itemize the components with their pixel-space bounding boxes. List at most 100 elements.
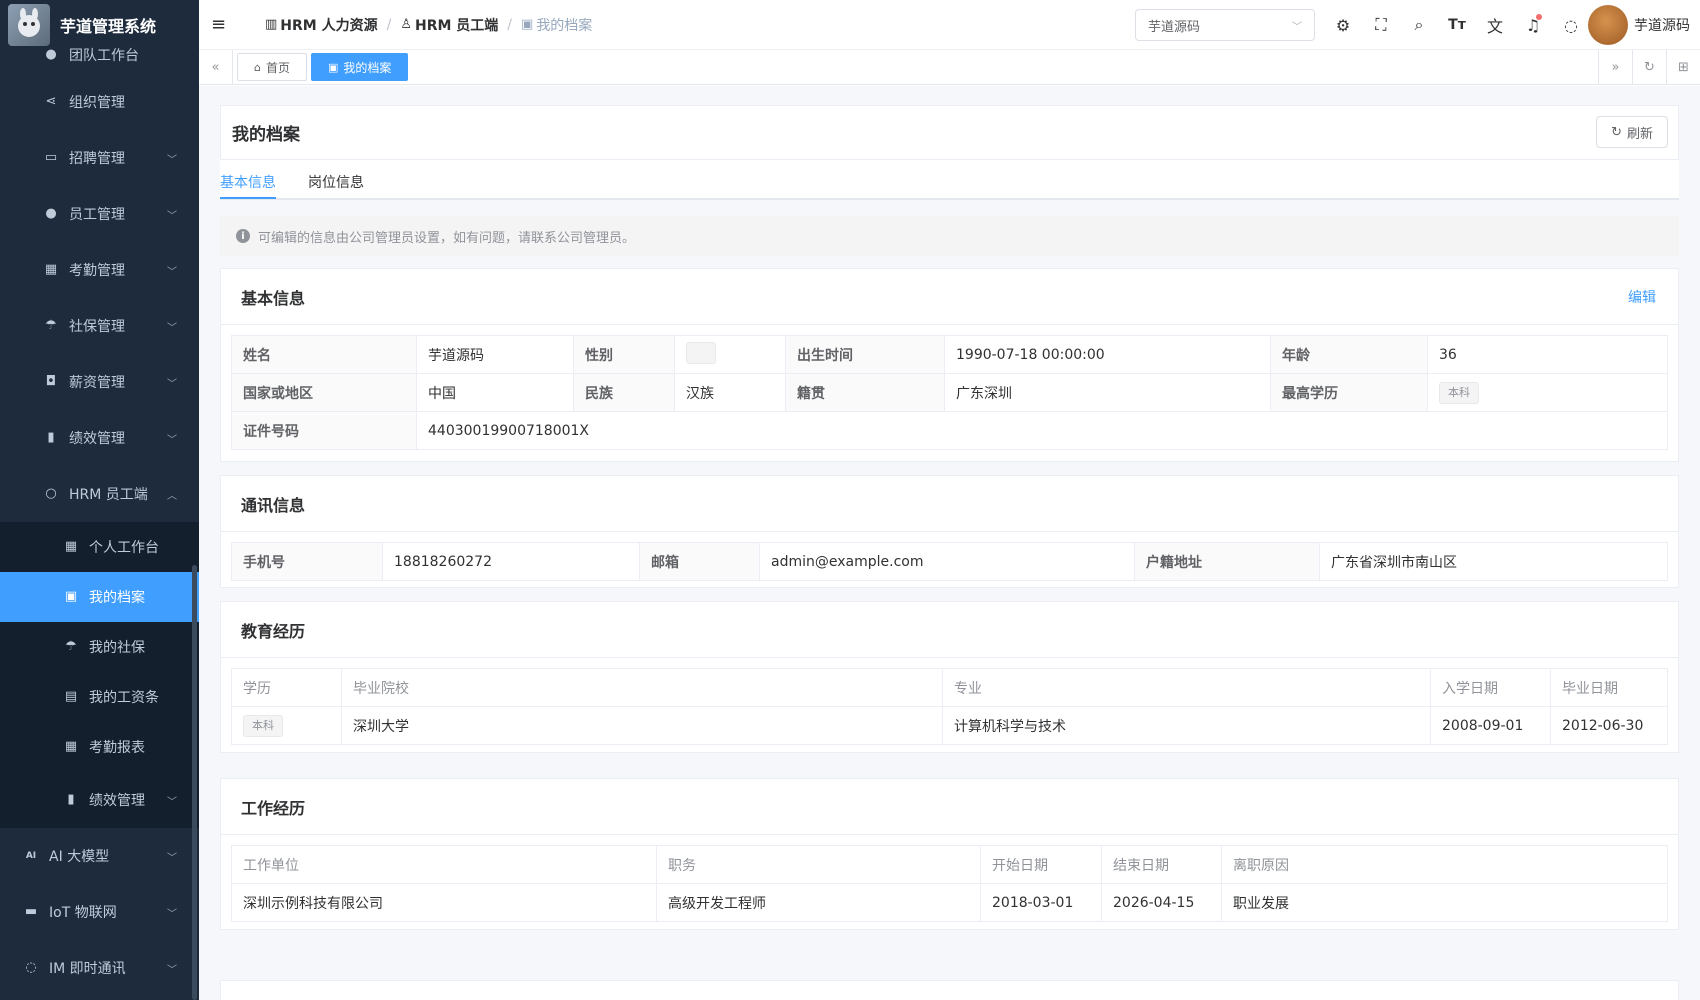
sidebar-item-attendance[interactable]: ▦ 考勤管理 ﹀ (0, 242, 199, 298)
building-icon: ▥ (265, 17, 278, 32)
briefcase-icon: ▭ (44, 150, 58, 165)
chevron-up-icon: ︿ (167, 490, 177, 502)
sidebar-item-hrm-employee[interactable]: ○ HRM 员工端 ︿ (0, 466, 199, 522)
field-label: 邮箱 (639, 542, 760, 581)
tabs: 基本信息 岗位信息 (220, 160, 1679, 200)
user-icon: ● (45, 47, 57, 62)
sidebar-item-recruit[interactable]: ▭ 招聘管理 ﹀ (0, 130, 199, 186)
chevron-down-icon: ﹀ (167, 908, 177, 920)
search-icon[interactable]: ⌕ (1400, 15, 1438, 35)
sidebar-item-personal-workbench[interactable]: ▦ 个人工作台 (0, 522, 199, 572)
column-header: 入学日期 (1430, 668, 1551, 707)
field-label: 姓名 (231, 335, 417, 374)
sidebar-item-employee[interactable]: ● 员工管理 ﹀ (0, 186, 199, 242)
sidebar-item-social-security[interactable]: ☂ 社保管理 ﹀ (0, 298, 199, 354)
chevron-down-icon: ﹀ (167, 154, 177, 166)
file-icon: ▣ (64, 589, 78, 604)
file-icon: ▣ (521, 17, 534, 32)
sidebar-item-attendance-report[interactable]: ▦ 考勤报表 (0, 722, 199, 772)
tenant-select[interactable]: 芋道源码 ﹀ (1135, 9, 1315, 41)
chat-icon: ◌ (25, 960, 37, 975)
tag-home[interactable]: ⌂ 首页 (237, 53, 307, 81)
user-menu[interactable]: 芋道源码 (1588, 5, 1690, 45)
field-value: 36 (1427, 335, 1668, 374)
scroll-left-icon[interactable]: « (199, 50, 233, 84)
education-table: 学历 毕业院校 专业 入学日期 毕业日期 本科 深圳大学 计算机科学与技术 20… (231, 668, 1668, 745)
field-value: admin@example.com (759, 542, 1135, 581)
gear-icon[interactable]: ⚙ (1324, 16, 1362, 35)
sidebar-item-performance[interactable]: ▮ 绩效管理 ﹀ (0, 410, 199, 466)
ai-icon: AI (25, 851, 37, 861)
education-tag: 本科 (1439, 381, 1479, 404)
refresh-icon[interactable]: ↻ (1632, 50, 1666, 84)
scroll-right-icon[interactable]: » (1598, 50, 1632, 84)
table-cell: 职业发展 (1221, 883, 1668, 922)
table-cell: 高级开发工程师 (656, 883, 981, 922)
education-card: 教育经历 学历 毕业院校 专业 入学日期 毕业日期 本科 深圳大学 计算机科学与… (220, 601, 1679, 753)
money-icon: ◘ (45, 374, 57, 389)
refresh-button[interactable]: ↻ 刷新 (1596, 116, 1668, 148)
sidebar-item-org[interactable]: ⋖ 组织管理 (0, 74, 199, 130)
table-cell: 2008-09-01 (1430, 706, 1551, 745)
hamburger-icon[interactable]: ≡ (211, 14, 233, 35)
chevron-down-icon: ﹀ (167, 322, 177, 334)
sidebar-scrollbar[interactable] (192, 565, 197, 1000)
submenu-hrm-employee: ▦ 个人工作台 ▣ 我的档案 ☂ 我的社保 ▤ 我的工资条 ▦ 考勤报表 ▮ 绩… (0, 522, 199, 828)
receipt-icon: ▤ (64, 689, 78, 704)
sidebar-item-ai[interactable]: AI AI 大模型 ﹀ (0, 828, 199, 884)
sidebar-item-my-performance[interactable]: ▮ 绩效管理 ﹀ (0, 772, 199, 828)
table-cell: 计算机科学与技术 (942, 706, 1431, 745)
field-value: 汉族 (674, 373, 786, 412)
grid-icon[interactable]: ⊞ (1666, 50, 1700, 84)
field-value: 广东深圳 (944, 373, 1271, 412)
field-label: 民族 (573, 373, 675, 412)
column-header: 结束日期 (1101, 845, 1222, 884)
breadcrumb-item-hrm[interactable]: ▥ HRM 人力资源 (265, 15, 378, 35)
breadcrumb-separator: / (507, 16, 513, 33)
sidebar-item-iot[interactable]: ▬ IoT 物联网 ﹀ (0, 884, 199, 940)
fullscreen-icon[interactable]: ⛶ (1362, 15, 1400, 35)
sidebar-item-im[interactable]: ◌ IM 即时通讯 ﹀ (0, 940, 199, 996)
main-content: 我的档案 ↻ 刷新 基本信息 岗位信息 i 可编辑的信息由公司管理员设置，如有问题… (199, 86, 1700, 1000)
breadcrumb-item-current: ▣ 我的档案 (521, 17, 593, 34)
table-cell: 2012-06-30 (1550, 706, 1668, 745)
breadcrumb-item-employee[interactable]: ♙ HRM 员工端 (400, 15, 498, 35)
sidebar-item-my-profile[interactable]: ▣ 我的档案 (0, 572, 199, 622)
tab-active-indicator (220, 197, 276, 199)
message-icon[interactable]: ◌ (1552, 16, 1590, 35)
app-title: 芋道管理系统 (60, 17, 157, 36)
table-header-row: 学历 毕业院校 专业 入学日期 毕业日期 (231, 668, 1668, 707)
field-label: 最高学历 (1270, 373, 1428, 412)
card-title: 工作经历 (221, 779, 1678, 835)
column-header: 工作单位 (231, 845, 657, 884)
sidebar-item-my-social-security[interactable]: ☂ 我的社保 (0, 622, 199, 672)
field-value: 44030019900718001X (416, 411, 1668, 450)
sidebar: 芋道管理系统 ● 团队工作台 ⋖ 组织管理 ▭ 招聘管理 ﹀ ● 员工管理 ﹀ … (0, 0, 199, 1000)
chevron-down-icon: ﹀ (167, 434, 177, 446)
degree-tag: 本科 (243, 714, 283, 737)
tab-position-info[interactable]: 岗位信息 (308, 172, 364, 192)
field-value: 1990-07-18 00:00:00 (944, 335, 1271, 374)
field-label: 出生时间 (785, 335, 945, 374)
tab-basic-info[interactable]: 基本信息 (220, 172, 276, 192)
chevron-down-icon: ﹀ (1292, 21, 1302, 33)
sidebar-item-salary[interactable]: ◘ 薪资管理 ﹀ (0, 354, 199, 410)
column-header: 专业 (942, 668, 1431, 707)
tag-current[interactable]: ▣ 我的档案 (311, 53, 409, 81)
sidebar-item-team-workbench[interactable]: ● 团队工作台 (0, 40, 199, 70)
sidebar-item-my-payslip[interactable]: ▤ 我的工资条 (0, 672, 199, 722)
chevron-down-icon: ﹀ (167, 378, 177, 390)
table-cell: 深圳示例科技有限公司 (231, 883, 657, 922)
info-alert: i 可编辑的信息由公司管理员设置，如有问题，请联系公司管理员。 (220, 216, 1679, 256)
bar-chart-icon: ▮ (47, 430, 55, 445)
font-size-icon[interactable]: Tт (1438, 17, 1476, 33)
field-value: 芋道源码 (416, 335, 574, 374)
user-icon: ● (45, 206, 57, 221)
bell-icon[interactable]: ♫ (1514, 13, 1552, 35)
field-value: 中国 (416, 373, 574, 412)
translate-icon[interactable]: 文 (1476, 13, 1514, 37)
top-header: ≡ ▥ HRM 人力资源 / ♙ HRM 员工端 / ▣ 我的档案 芋道源码 ﹀ ⚙ … (199, 0, 1700, 50)
chevron-down-icon: ﹀ (167, 852, 177, 864)
calendar-icon: ▦ (64, 739, 78, 754)
edit-link[interactable]: 编辑 (1628, 287, 1656, 307)
